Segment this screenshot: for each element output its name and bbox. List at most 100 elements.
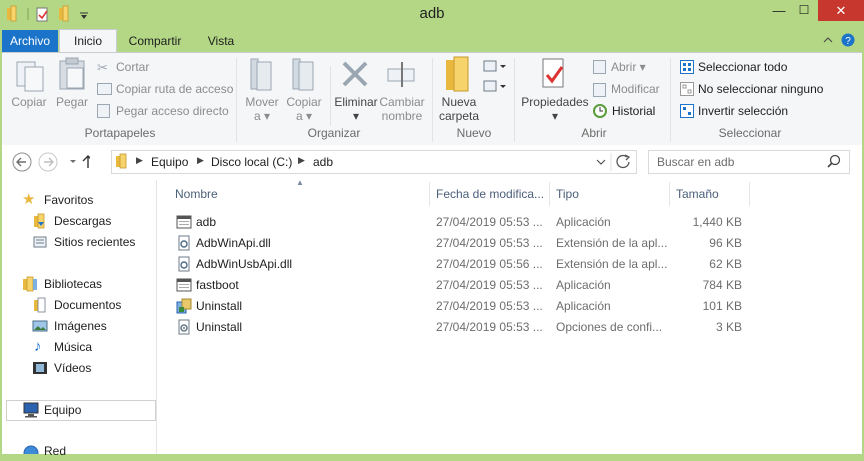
no-seleccionar-button[interactable]: No seleccionar ninguno [698,82,823,96]
column-header-tamano[interactable]: Tamaño [676,186,719,202]
file-size: 3 KB [715,320,742,334]
nueva-carpeta-button[interactable]: Nueva carpeta [435,95,483,123]
svg-text:?: ? [845,36,851,47]
modificar-button[interactable]: Modificar [611,82,660,96]
file-type: Extensión de la apl... [556,236,668,250]
column-header-nombre[interactable]: Nombre [175,186,218,202]
maximize-button[interactable]: ☐ [795,0,813,21]
tab-archivo[interactable]: Archivo [2,30,58,52]
exe-file-icon [176,277,192,293]
setup-file-icon [176,298,192,314]
file-row[interactable]: fastboot 27/04/2019 05:53 ... Aplicación 78… [170,275,850,296]
cambiar-nombre-button[interactable]: Cambiar nombre [378,95,426,123]
help-icon[interactable]: ? [841,33,855,48]
historial-button[interactable]: Historial [612,104,655,118]
group-label-organizar: Organizar [307,126,361,140]
tab-vista[interactable]: Vista [196,30,246,52]
copiar-a-button[interactable]: Copiar a ▾ [284,95,324,123]
file-date: 27/04/2019 05:56 ... [436,257,543,271]
copiar-ruta-button[interactable]: Copiar ruta de acceso [116,82,233,96]
file-date: 27/04/2019 05:53 ... [436,278,543,292]
refresh-icon[interactable] [616,154,631,169]
sort-ascending-icon: ▲ [296,178,304,187]
address-actions [596,153,631,171]
select-none-icon [680,82,694,96]
copy-path-icon [97,83,112,95]
file-type: Aplicación [556,215,611,229]
file-name[interactable]: Uninstall [196,317,242,338]
seleccionar-todo-button[interactable]: Seleccionar todo [698,60,787,74]
file-row[interactable]: adb 27/04/2019 05:53 ... Aplicación 1,440 K… [170,212,850,233]
file-size: 101 KB [702,299,742,313]
pegar-button[interactable]: Pegar [52,95,92,109]
file-type: Aplicación [556,278,611,292]
address-bar[interactable] [111,150,637,174]
breadcrumb-equipo[interactable]: Equipo [151,155,188,169]
propiedades-button[interactable]: Propiedades ▾ [520,95,590,123]
file-name[interactable]: AdbWinApi.dll [196,233,271,254]
recent-locations-icon[interactable] [70,160,76,163]
ini-file-icon [176,319,192,335]
breadcrumb-separator: ▶ [136,155,143,165]
file-date: 27/04/2019 05:53 ... [436,236,543,250]
file-row[interactable]: Uninstall 27/04/2019 05:53 ... Opciones de… [170,317,850,338]
file-name[interactable]: Uninstall [196,296,242,317]
column-divider[interactable] [669,182,670,206]
ribbon-separator [514,58,515,142]
breadcrumb-disco[interactable]: Disco local (C:) [211,155,292,169]
forward-button[interactable] [38,152,58,172]
easy-access-icon[interactable] [483,80,506,92]
star-icon: ★ [22,191,36,208]
column-header-tipo[interactable]: Tipo [556,186,579,202]
minimize-button[interactable]: — [764,0,794,21]
column-divider[interactable] [749,182,750,206]
file-name[interactable]: fastboot [196,275,239,296]
close-button[interactable]: ✕ [818,0,864,21]
file-name[interactable]: adb [196,212,216,233]
move-to-icon [250,58,272,91]
downloads-icon [34,213,45,229]
group-label-seleccionar: Seleccionar [718,126,782,140]
tab-compartir[interactable]: Compartir [118,30,192,52]
file-row[interactable]: AdbWinApi.dll 27/04/2019 05:53 ... Extensi… [170,233,850,254]
tab-inicio[interactable]: Inicio [59,29,117,53]
dll-file-icon [176,256,192,272]
file-name[interactable]: AdbWinUsbApi.dll [196,254,292,275]
videos-icon [33,362,47,374]
pictures-icon [32,320,48,332]
file-size: 1,440 KB [692,215,742,229]
file-date: 27/04/2019 05:53 ... [436,299,543,313]
column-divider[interactable] [549,182,550,206]
network-icon [23,445,39,454]
eliminar-button[interactable]: Eliminar ▾ [332,95,380,123]
invertir-seleccion-button[interactable]: Invertir selección [698,104,788,118]
back-button[interactable] [12,152,32,172]
breadcrumb-adb[interactable]: adb [313,155,333,169]
new-item-icon[interactable] [483,60,506,72]
abrir-button[interactable]: Abrir ▾ [611,60,646,74]
folder-icon [116,153,127,169]
search-icon[interactable] [826,154,842,170]
file-date: 27/04/2019 05:53 ... [436,215,543,229]
column-header-fecha[interactable]: Fecha de modifica... [436,186,544,202]
search-input[interactable]: Buscar en adb [657,155,734,169]
file-date: 27/04/2019 05:53 ... [436,320,543,334]
file-row[interactable]: Uninstall 27/04/2019 05:53 ... Aplicación 1… [170,296,850,317]
file-row[interactable]: AdbWinUsbApi.dll 27/04/2019 05:56 ... Exte… [170,254,850,275]
copy-to-icon [292,58,314,91]
mover-a-button[interactable]: Mover a ▾ [242,95,282,123]
group-label-portapapeles: Portapapeles [84,126,156,140]
delete-icon [342,61,368,87]
pegar-acceso-button[interactable]: Pegar acceso directo [116,104,229,118]
up-arrow-icon[interactable] [82,155,90,168]
address-history-icon[interactable] [596,159,606,165]
ribbon-separator [432,58,433,142]
paste-icon [59,57,85,90]
copiar-button[interactable]: Copiar [9,95,49,109]
computer-icon [23,402,39,418]
documents-icon [34,297,46,313]
cortar-button[interactable]: Cortar [116,60,149,74]
new-item-icons [483,60,506,92]
minimize-ribbon-icon[interactable] [823,37,833,43]
column-divider[interactable] [429,182,430,206]
